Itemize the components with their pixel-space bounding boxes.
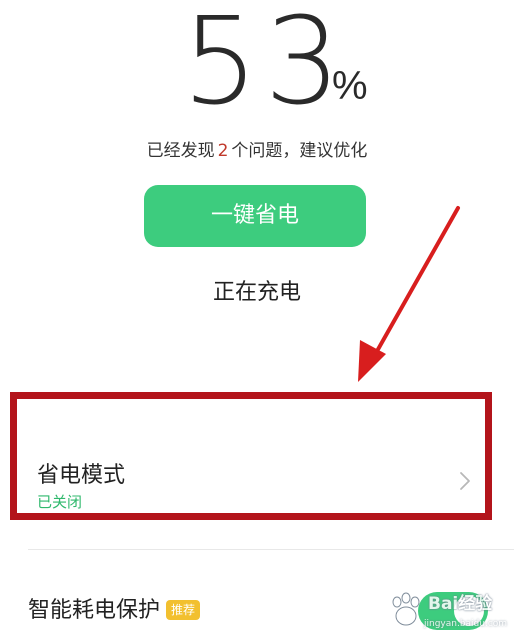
power-saving-mode-row[interactable]: 省电模式 已关闭 [10,392,492,520]
smart-consumption-protection-title: 智能耗电保护 [28,598,161,623]
recommend-badge: 推荐 [166,600,201,620]
issues-summary: 已经发现 2 个问题，建议优化 [0,140,514,162]
power-saving-mode-state: 已关闭 [37,493,83,511]
issues-count: 2 [217,141,229,161]
power-saving-mode-title: 省电模式 [37,463,126,488]
battery-settings-page: 53 % 已经发现 2 个问题，建议优化 一键省电 正在充电 省电模式 已关闭 智能… [0,0,514,642]
baidu-paw-icon [392,592,420,626]
watermark-url: jingyan.baidu.com [424,619,508,629]
battery-readout: 53 % [0,0,514,130]
issues-suffix: 个问题，建议优化 [231,141,368,161]
battery-percent-sign: % [332,64,368,108]
battery-percentage-value: 53 [182,0,347,132]
arrow-shaft [370,206,460,362]
one-click-save-button[interactable]: 一键省电 [144,185,366,247]
baidu-jingyan-watermark: Bai经验 jingyan.baidu.com [384,588,508,638]
chevron-right-icon [460,472,470,490]
watermark-brand: Bai经验 [428,594,493,614]
red-arrow-icon [358,206,460,382]
row-divider [28,549,514,550]
issues-prefix: 已经发现 [146,141,215,161]
